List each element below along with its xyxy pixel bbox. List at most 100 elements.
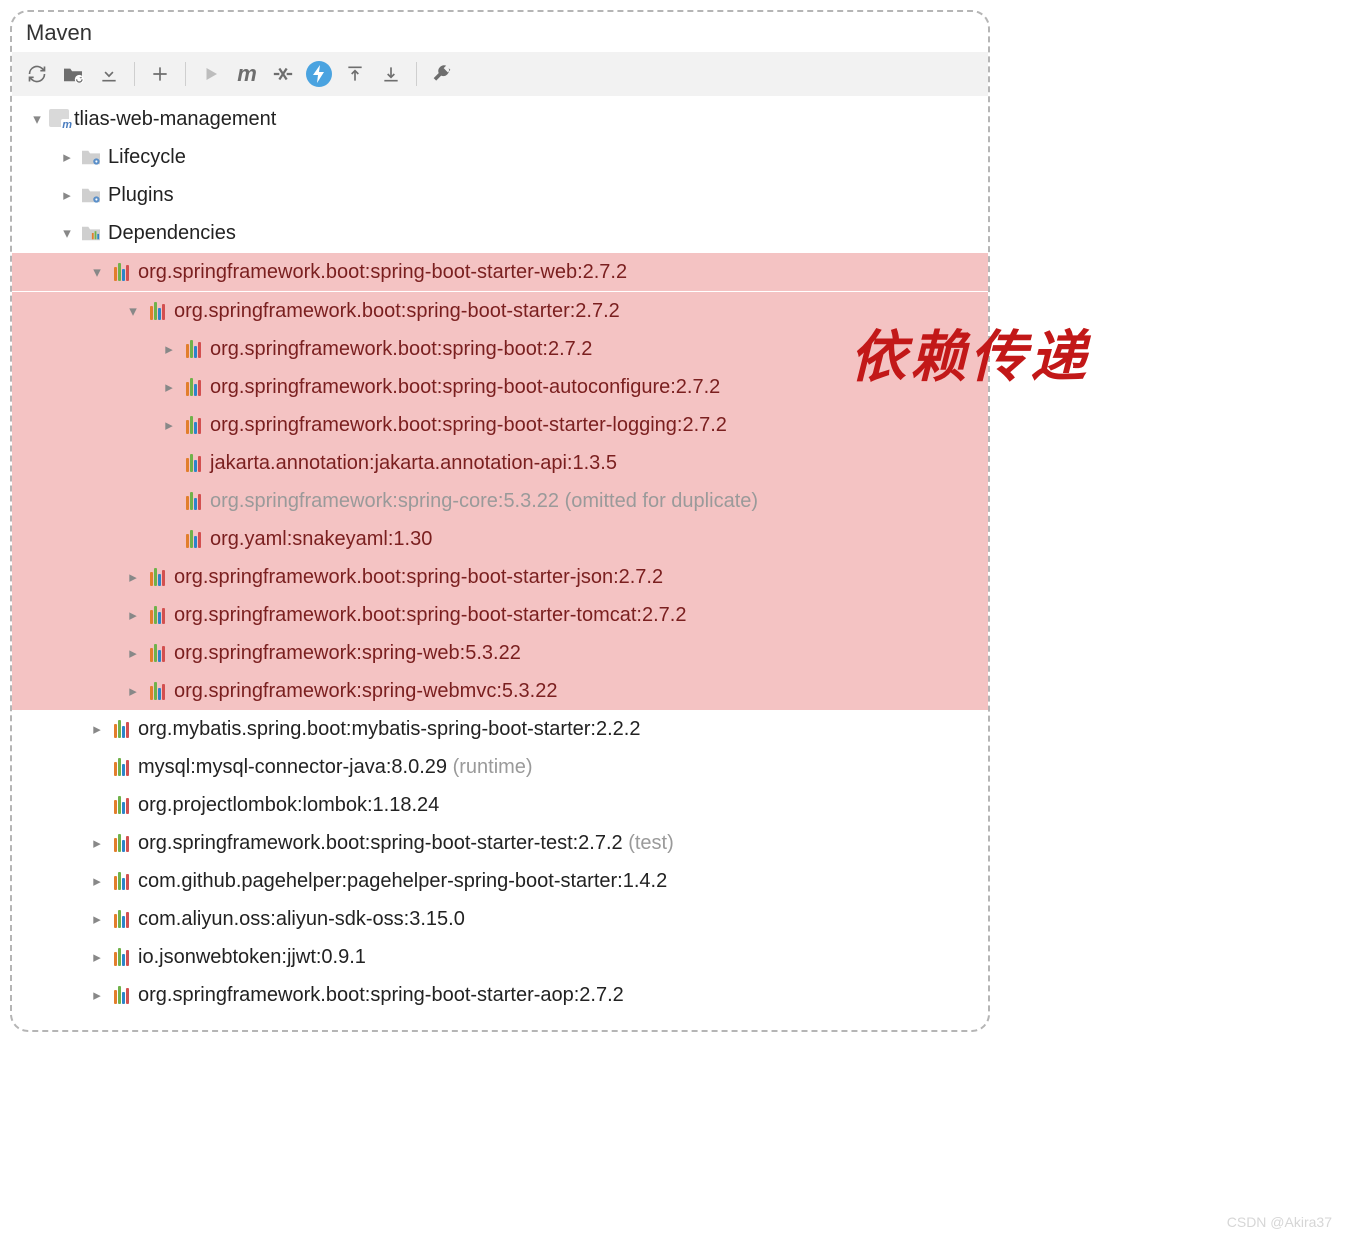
folder-library-icon <box>78 224 104 242</box>
tree-node-dependency[interactable]: ▾ org.springframework.boot:spring-boot-s… <box>12 292 988 330</box>
settings-icon[interactable] <box>425 58 459 90</box>
library-icon <box>108 910 134 928</box>
library-icon <box>180 530 206 548</box>
node-label: com.aliyun.oss:aliyun-sdk-oss:3.15.0 <box>138 908 465 931</box>
chevron-right-icon[interactable]: ▸ <box>158 340 180 358</box>
node-label: org.springframework:spring-webmvc:5.3.22 <box>174 680 558 703</box>
tree-node-dependency[interactable]: ▸ com.aliyun.oss:aliyun-sdk-oss:3.15.0 <box>12 900 988 938</box>
chevron-right-icon[interactable]: ▸ <box>158 378 180 396</box>
tree-node-dependency[interactable]: ▸org.springframework.boot:spring-boot-st… <box>12 824 988 862</box>
annotation-text: 依赖传递 <box>850 312 1090 393</box>
tree-node-dependency[interactable]: ▸ org.springframework.boot:spring-boot:2.… <box>12 330 988 368</box>
toolbar-separator <box>134 62 135 86</box>
node-label: org.springframework.boot:spring-boot-sta… <box>210 414 727 437</box>
library-icon <box>108 263 134 281</box>
bolt-icon[interactable] <box>302 58 336 90</box>
chevron-right-icon[interactable]: ▸ <box>122 606 144 624</box>
download-icon[interactable] <box>92 58 126 90</box>
node-label: tlias-web-management <box>74 108 276 131</box>
node-label: mysql:mysql-connector-java:8.0.29 (runti… <box>138 756 533 779</box>
tree-node-dependency[interactable]: ▸ com.github.pagehelper:pagehelper-spring… <box>12 862 988 900</box>
chevron-right-icon[interactable]: ▸ <box>86 948 108 966</box>
node-label: org.springframework.boot:spring-boot:2.7… <box>210 338 592 361</box>
node-label: org.springframework.boot:spring-boot-sta… <box>174 300 620 323</box>
folder-gear-icon <box>78 148 104 166</box>
library-icon <box>108 796 134 814</box>
tree-node-dependency[interactable]: ▸mysql:mysql-connector-java:8.0.29 (runt… <box>12 748 988 786</box>
chevron-down-icon[interactable]: ▾ <box>26 110 48 128</box>
toolbar-separator <box>185 62 186 86</box>
panel-title: Maven <box>12 12 988 52</box>
node-label: org.springframework.boot:spring-boot-sta… <box>138 984 624 1007</box>
chevron-right-icon[interactable]: ▸ <box>86 872 108 890</box>
tree-node-dependency[interactable]: ▸ org.mybatis.spring.boot:mybatis-spring-… <box>12 710 988 748</box>
tree-node-dependency[interactable]: ▾ org.springframework.boot:spring-boot-s… <box>12 253 988 291</box>
node-label: org.springframework:spring-core:5.3.22 (… <box>210 490 758 513</box>
run-icon[interactable] <box>194 58 228 90</box>
node-label: Dependencies <box>108 222 236 245</box>
chevron-right-icon[interactable]: ▸ <box>122 644 144 662</box>
chevron-down-icon[interactable]: ▾ <box>86 263 108 281</box>
collapse-all-icon[interactable] <box>374 58 408 90</box>
chevron-right-icon[interactable]: ▸ <box>86 720 108 738</box>
library-icon <box>144 644 170 662</box>
chevron-right-icon[interactable]: ▸ <box>122 682 144 700</box>
tree-node-dependency[interactable]: ▸org.projectlombok:lombok:1.18.24 <box>12 786 988 824</box>
library-icon <box>108 948 134 966</box>
chevron-right-icon[interactable]: ▸ <box>86 834 108 852</box>
node-label: Plugins <box>108 184 174 207</box>
add-icon[interactable] <box>143 58 177 90</box>
tree-node-plugins[interactable]: ▸ Plugins <box>12 176 988 214</box>
skip-tests-icon[interactable] <box>266 58 300 90</box>
tree-node-dependency[interactable]: ▸jakarta.annotation:jakarta.annotation-a… <box>12 444 988 482</box>
tree-node-lifecycle[interactable]: ▸ Lifecycle <box>12 138 988 176</box>
node-label: org.mybatis.spring.boot:mybatis-spring-b… <box>138 718 640 741</box>
tree-node-dependency[interactable]: ▸ io.jsonwebtoken:jjwt:0.9.1 <box>12 938 988 976</box>
library-icon <box>144 302 170 320</box>
chevron-right-icon[interactable]: ▸ <box>158 416 180 434</box>
node-label: org.projectlombok:lombok:1.18.24 <box>138 794 439 817</box>
tree-node-dependency[interactable]: ▸ org.springframework.boot:spring-boot-st… <box>12 596 988 634</box>
tree-node-dependencies[interactable]: ▾ Dependencies <box>12 214 988 252</box>
node-label: jakarta.annotation:jakarta.annotation-ap… <box>210 452 617 475</box>
node-label: com.github.pagehelper:pagehelper-spring-… <box>138 870 667 893</box>
tree-node-dependency[interactable]: ▸org.springframework:spring-web:5.3.22 <box>12 634 988 672</box>
chevron-right-icon[interactable]: ▸ <box>56 148 78 166</box>
chevron-right-icon[interactable]: ▸ <box>56 186 78 204</box>
refresh-icon[interactable] <box>20 58 54 90</box>
node-label: io.jsonwebtoken:jjwt:0.9.1 <box>138 946 366 969</box>
chevron-right-icon[interactable]: ▸ <box>122 568 144 586</box>
tree-node-dependency[interactable]: ▸org.springframework:spring-core:5.3.22 … <box>12 482 988 520</box>
tree-node-dependency[interactable]: ▸org.yaml:snakeyaml:1.30 <box>12 520 988 558</box>
dependency-tree: ▾ m tlias-web-management ▸ Lifecycle ▸ P… <box>12 96 988 1030</box>
node-label: org.springframework.boot:spring-boot-sta… <box>138 261 627 284</box>
chevron-right-icon[interactable]: ▸ <box>86 986 108 1004</box>
generate-sources-icon[interactable] <box>56 58 90 90</box>
node-label: org.springframework.boot:spring-boot-sta… <box>174 604 686 627</box>
maven-toolbar: m <box>12 52 988 96</box>
library-icon <box>108 834 134 852</box>
tree-node-dependency[interactable]: ▸ org.springframework.boot:spring-boot-st… <box>12 406 988 444</box>
library-icon <box>144 606 170 624</box>
library-icon <box>180 378 206 396</box>
toolbar-separator <box>416 62 417 86</box>
node-label: org.springframework.boot:spring-boot-aut… <box>210 376 720 399</box>
maven-project-icon: m <box>48 109 70 129</box>
chevron-down-icon[interactable]: ▾ <box>56 224 78 242</box>
library-icon <box>180 492 206 510</box>
tree-node-dependency[interactable]: ▸ org.springframework:spring-webmvc:5.3.2… <box>12 672 988 710</box>
m-icon[interactable]: m <box>230 58 264 90</box>
tree-node-project[interactable]: ▾ m tlias-web-management <box>12 100 988 138</box>
library-icon <box>108 758 134 776</box>
tree-node-dependency[interactable]: ▸ org.springframework.boot:spring-boot-st… <box>12 976 988 1014</box>
chevron-down-icon[interactable]: ▾ <box>122 302 144 320</box>
tree-node-dependency[interactable]: ▸org.springframework.boot:spring-boot-st… <box>12 558 988 596</box>
expand-all-icon[interactable] <box>338 58 372 90</box>
tree-node-dependency[interactable]: ▸ org.springframework.boot:spring-boot-au… <box>12 368 988 406</box>
chevron-right-icon[interactable]: ▸ <box>86 910 108 928</box>
highlighted-dependencies: ▾ org.springframework.boot:spring-boot-s… <box>12 252 988 710</box>
library-icon <box>108 720 134 738</box>
library-icon <box>144 682 170 700</box>
folder-gear-icon <box>78 186 104 204</box>
library-icon <box>180 340 206 358</box>
